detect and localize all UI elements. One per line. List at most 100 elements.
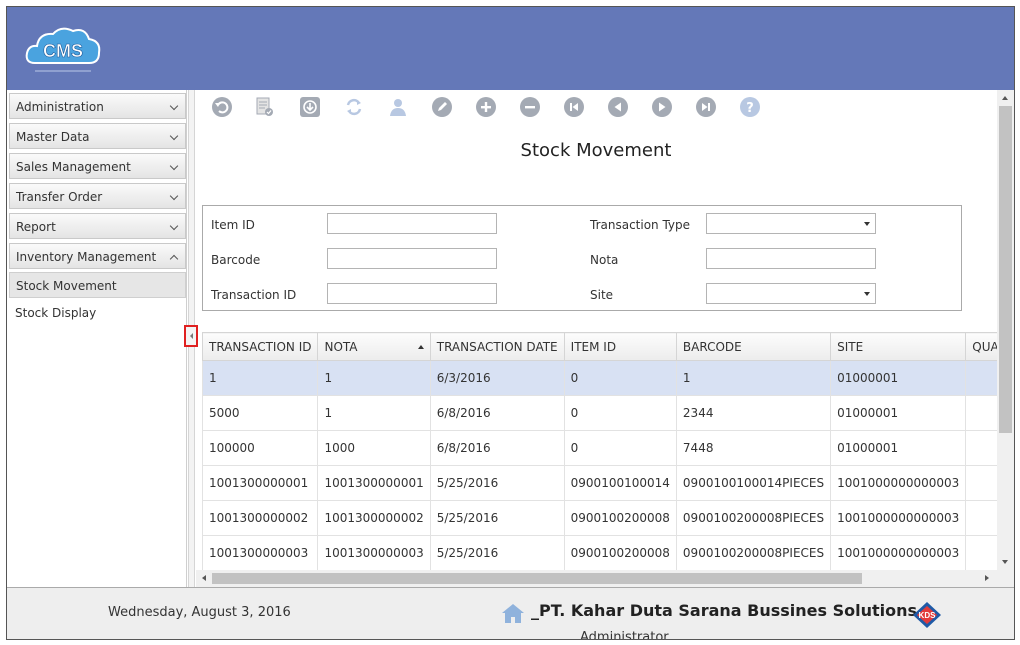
chevron-down-icon (169, 131, 179, 141)
approve-document-icon[interactable] (256, 97, 274, 117)
barcode-input[interactable] (327, 248, 497, 269)
table-cell: 1 (965, 500, 997, 536)
column-header-barcode[interactable]: BARCODE (675, 332, 832, 361)
item-id-input[interactable] (327, 213, 497, 234)
table-cell: 0 (563, 395, 677, 431)
table-cell: 0900100200008PIECES (675, 535, 832, 571)
company-name: _PT. Kahar Duta Sarana Bussines Solution… (531, 601, 917, 620)
table-cell: 0900100200008PIECES (675, 500, 832, 536)
site-label: Site (590, 288, 614, 302)
app-window: CMS Administration Master Data Sales Man… (6, 6, 1015, 640)
table-cell: 100000 (202, 430, 319, 466)
sidebar-item-label: Administration (16, 100, 104, 114)
svg-text:CMS: CMS (43, 41, 83, 61)
sidebar-item-sales-management[interactable]: Sales Management (9, 153, 186, 179)
app-header: CMS (7, 7, 1014, 90)
previous-record-icon[interactable] (608, 97, 628, 117)
transaction-type-select[interactable] (706, 213, 876, 234)
table-cell: 1001000000000003 (830, 465, 967, 501)
svg-text:?: ? (746, 101, 754, 116)
table-row[interactable]: 1001300000002 1001300000002 5/25/2016 09… (202, 500, 997, 536)
table-cell: 7448 (675, 430, 832, 466)
table-row[interactable]: 1 1 6/3/2016 0 1 01000001 1 (202, 360, 997, 396)
table-cell: 0900100200008 (563, 500, 677, 536)
table-row[interactable]: 5000 1 6/8/2016 0 2344 01000001 1 (202, 395, 997, 431)
column-header-label: NOTA (324, 339, 358, 354)
nota-input[interactable] (706, 248, 876, 269)
site-select[interactable] (706, 283, 876, 304)
vertical-scrollbar[interactable] (997, 90, 1014, 587)
caret-down-icon (864, 292, 870, 296)
sidebar-item-label: Inventory Management (16, 250, 157, 264)
table-cell: 1001300000003 (317, 535, 431, 571)
table-header-row: TRANSACTION ID NOTA TRANSACTION DATE ITE… (202, 332, 997, 361)
kds-logo: KDS (913, 602, 941, 628)
first-record-icon[interactable] (564, 97, 584, 117)
table-row[interactable]: 1001300000001 1001300000001 5/25/2016 09… (202, 465, 997, 501)
undo-icon[interactable] (212, 97, 232, 117)
help-icon[interactable]: ? (740, 97, 760, 117)
home-icon[interactable] (500, 602, 526, 624)
table-cell: 5/25/2016 (429, 535, 565, 571)
chevron-down-icon (169, 191, 179, 201)
last-record-icon[interactable] (696, 97, 716, 117)
table-cell: 1 (675, 360, 832, 396)
sidebar-item-report[interactable]: Report (9, 213, 186, 239)
chevron-up-icon (169, 254, 179, 264)
column-header-site[interactable]: SITE (830, 332, 967, 361)
next-record-icon[interactable] (652, 97, 672, 117)
scroll-down-icon[interactable] (1002, 560, 1008, 564)
sidebar-item-master-data[interactable]: Master Data (9, 123, 186, 149)
column-header-quantity[interactable]: QUANTITY (965, 332, 997, 361)
sidebar-item-administration[interactable]: Administration (9, 93, 186, 119)
scroll-up-icon[interactable] (1002, 96, 1008, 100)
sidebar-item-transfer-order[interactable]: Transfer Order (9, 183, 186, 209)
sidebar-item-inventory-management[interactable]: Inventory Management (9, 243, 186, 269)
horizontal-scrollbar[interactable] (196, 570, 997, 587)
column-header-item-id[interactable]: ITEM ID (563, 332, 677, 361)
table-cell: 1001300000001 (202, 465, 319, 501)
nota-label: Nota (590, 253, 619, 267)
data-table: TRANSACTION ID NOTA TRANSACTION DATE ITE… (202, 332, 997, 577)
sidebar-subitem-stock-display[interactable]: Stock Display (9, 300, 186, 326)
remove-icon[interactable] (520, 97, 540, 117)
scroll-left-icon[interactable] (202, 575, 206, 581)
table-cell: 1001300000002 (317, 500, 431, 536)
table-cell: 0900100200008 (563, 535, 677, 571)
column-header-transaction-id[interactable]: TRANSACTION ID (202, 332, 319, 361)
company-name-text: PT. Kahar Duta Sarana Bussines Solutions (539, 601, 918, 620)
sidebar-subitem-stock-movement[interactable]: Stock Movement (9, 272, 186, 298)
table-cell: 1001300000001 (317, 465, 431, 501)
page-title: Stock Movement (520, 140, 672, 161)
table-cell: 1000 (317, 430, 431, 466)
column-header-transaction-date[interactable]: TRANSACTION DATE (429, 332, 565, 361)
table-cell: 2344 (675, 395, 832, 431)
current-date: Wednesday, August 3, 2016 (108, 605, 291, 620)
column-header-nota[interactable]: NOTA (317, 332, 431, 361)
user-icon[interactable] (388, 97, 408, 117)
sidebar-item-label: Sales Management (16, 160, 131, 174)
app-footer: Wednesday, August 3, 2016 _PT. Kahar Dut… (7, 587, 1014, 639)
stock-movement-grid: TRANSACTION ID NOTA TRANSACTION DATE ITE… (202, 332, 997, 577)
table-cell: 01000001 (830, 360, 967, 396)
table-row[interactable]: 1001300000003 1001300000003 5/25/2016 09… (202, 535, 997, 571)
current-user: Administrator (580, 630, 669, 640)
transaction-id-label: Transaction ID (211, 288, 297, 302)
edit-icon[interactable] (432, 97, 452, 117)
table-cell: 6/8/2016 (429, 395, 565, 431)
chevron-down-icon (169, 101, 179, 111)
refresh-icon[interactable] (344, 97, 364, 117)
table-cell: 1 (317, 360, 431, 396)
transaction-id-input[interactable] (327, 283, 497, 304)
table-cell: 6/8/2016 (429, 430, 565, 466)
table-cell: 6/3/2016 (429, 360, 565, 396)
horizontal-scroll-thumb[interactable] (212, 573, 862, 584)
table-cell: 0900100100014 (563, 465, 677, 501)
scroll-right-icon[interactable] (985, 575, 989, 581)
add-icon[interactable] (476, 97, 496, 117)
download-icon[interactable] (300, 97, 320, 117)
vertical-scroll-thumb[interactable] (999, 106, 1012, 433)
barcode-label: Barcode (211, 253, 261, 267)
table-row[interactable]: 100000 1000 6/8/2016 0 7448 01000001 1 (202, 430, 997, 466)
table-cell: 0 (563, 430, 677, 466)
